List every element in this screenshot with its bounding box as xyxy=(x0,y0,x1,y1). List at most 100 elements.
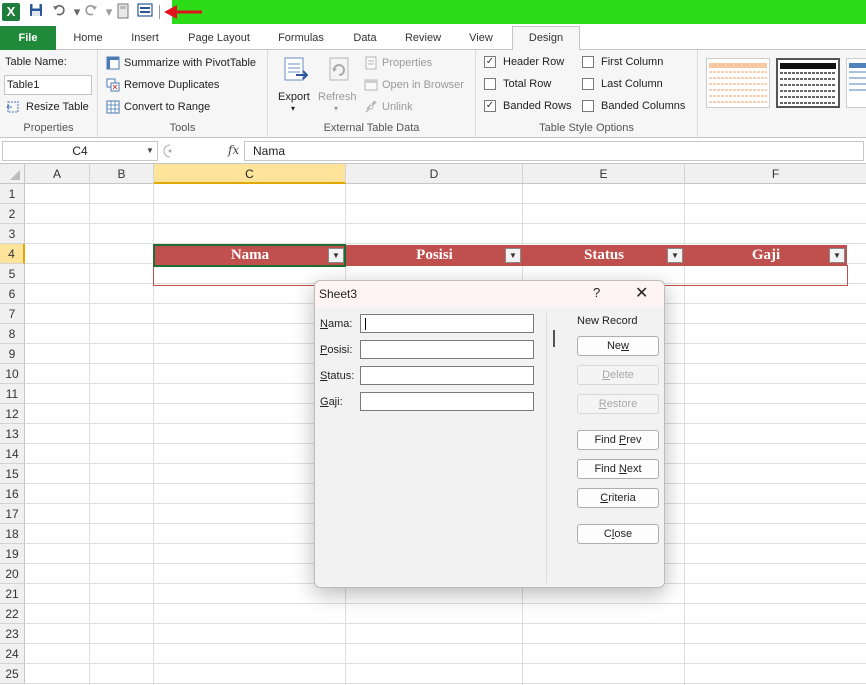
name-box[interactable]: C4 xyxy=(2,141,158,161)
banded-columns-checkbox[interactable] xyxy=(582,100,594,112)
tab-view[interactable]: View xyxy=(460,27,502,50)
row-header-24[interactable]: 24 xyxy=(0,644,25,664)
row-header-9[interactable]: 9 xyxy=(0,344,25,364)
refresh-dropdown-icon[interactable]: ▾ xyxy=(334,104,338,113)
row-header-1[interactable]: 1 xyxy=(0,184,25,204)
last-column-checkbox[interactable] xyxy=(582,78,594,90)
tab-insert[interactable]: Insert xyxy=(122,27,168,50)
find-prev-button[interactable]: Find Prev xyxy=(577,430,659,450)
name-box-dropdown-icon[interactable]: ▼ xyxy=(146,146,154,155)
form-icon[interactable] xyxy=(136,3,154,21)
filter-dropdown-icon[interactable]: ▼ xyxy=(667,248,683,263)
row-header-4[interactable]: 4 xyxy=(0,244,25,264)
criteria-button[interactable]: Criteria xyxy=(577,488,659,508)
convert-to-range-button[interactable]: Convert to Range xyxy=(124,101,210,113)
find-next-button[interactable]: Find Next xyxy=(577,459,659,479)
resize-icon xyxy=(6,100,20,114)
quick-access-toolbar: X ▾ ▾ xyxy=(0,0,866,24)
export-button[interactable]: Export xyxy=(278,91,310,103)
undo-icon[interactable] xyxy=(50,3,68,21)
formula-bar: C4 ▼ fx Nama xyxy=(0,138,866,164)
restore-button[interactable]: Restore xyxy=(577,394,659,414)
new-button[interactable]: New xyxy=(577,336,659,356)
pivot-table-icon xyxy=(106,56,120,70)
row-header-19[interactable]: 19 xyxy=(0,544,25,564)
table-header-posisi[interactable]: Posisi xyxy=(346,245,523,266)
tab-review[interactable]: Review xyxy=(398,27,448,50)
row-header-10[interactable]: 10 xyxy=(0,364,25,384)
row-header-3[interactable]: 3 xyxy=(0,224,25,244)
table-style-black[interactable] xyxy=(776,58,840,108)
tab-file[interactable]: File xyxy=(0,26,56,50)
remove-duplicates-button[interactable]: Remove Duplicates xyxy=(124,79,219,91)
row-header-8[interactable]: 8 xyxy=(0,324,25,344)
row-header-18[interactable]: 18 xyxy=(0,524,25,544)
tab-page-layout[interactable]: Page Layout xyxy=(180,27,258,50)
calculator-icon[interactable] xyxy=(114,3,132,21)
row-header-16[interactable]: 16 xyxy=(0,484,25,504)
record-scrollbar[interactable] xyxy=(553,330,555,347)
tab-data[interactable]: Data xyxy=(344,27,386,50)
row-header-22[interactable]: 22 xyxy=(0,604,25,624)
properties-button[interactable]: Properties xyxy=(382,57,432,69)
banded-rows-checkbox[interactable]: ✓ xyxy=(484,100,496,112)
column-header-f[interactable]: F xyxy=(685,164,866,184)
dialog-titlebar[interactable]: Sheet3 ? ✕ xyxy=(315,281,664,307)
row-header-12[interactable]: 12 xyxy=(0,404,25,424)
table-header-gaji[interactable]: Gaji xyxy=(685,245,847,266)
redo-icon[interactable] xyxy=(82,3,100,21)
open-in-browser-button[interactable]: Open in Browser xyxy=(382,79,464,91)
row-header-23[interactable]: 23 xyxy=(0,624,25,644)
posisi-field[interactable] xyxy=(360,340,534,359)
row-header-15[interactable]: 15 xyxy=(0,464,25,484)
table-style-blue[interactable] xyxy=(846,58,866,108)
row-header-7[interactable]: 7 xyxy=(0,304,25,324)
table-style-orange[interactable] xyxy=(706,58,770,108)
nama-field[interactable] xyxy=(360,314,534,333)
formula-input[interactable]: Nama xyxy=(244,141,864,161)
filter-dropdown-icon[interactable]: ▼ xyxy=(505,248,521,263)
row-header-21[interactable]: 21 xyxy=(0,584,25,604)
column-header-c[interactable]: C xyxy=(154,164,346,184)
gridline-vertical xyxy=(89,184,90,685)
column-header-a[interactable]: A xyxy=(25,164,90,184)
insert-function-icon[interactable]: fx xyxy=(228,143,239,157)
excel-icon[interactable]: X xyxy=(2,3,20,21)
total-row-checkbox[interactable] xyxy=(484,78,496,90)
status-field[interactable] xyxy=(360,366,534,385)
row-header-17[interactable]: 17 xyxy=(0,504,25,524)
row-header-13[interactable]: 13 xyxy=(0,424,25,444)
gaji-field[interactable] xyxy=(360,392,534,411)
close-icon[interactable]: ✕ xyxy=(635,283,648,303)
export-dropdown-icon[interactable]: ▾ xyxy=(291,104,295,113)
help-icon[interactable]: ? xyxy=(593,285,600,300)
tools-group-label: Tools xyxy=(169,122,196,134)
gridline-horizontal xyxy=(25,203,866,204)
row-header-6[interactable]: 6 xyxy=(0,284,25,304)
filter-dropdown-icon[interactable]: ▼ xyxy=(829,248,845,263)
tab-formulas[interactable]: Formulas xyxy=(270,27,332,50)
row-header-25[interactable]: 25 xyxy=(0,664,25,684)
first-column-checkbox[interactable] xyxy=(582,56,594,68)
unlink-button[interactable]: Unlink xyxy=(382,101,413,113)
refresh-button[interactable]: Refresh xyxy=(318,91,357,103)
header-row-checkbox[interactable]: ✓ xyxy=(484,56,496,68)
row-header-11[interactable]: 11 xyxy=(0,384,25,404)
row-header-2[interactable]: 2 xyxy=(0,204,25,224)
select-all-corner[interactable] xyxy=(0,164,25,184)
save-icon[interactable] xyxy=(27,3,45,21)
row-header-5[interactable]: 5 xyxy=(0,264,25,284)
table-header-status[interactable]: Status xyxy=(523,245,685,266)
summarize-pivot-button[interactable]: Summarize with PivotTable xyxy=(124,57,256,69)
resize-table-button[interactable]: Resize Table xyxy=(26,101,89,113)
tab-home[interactable]: Home xyxy=(64,27,112,50)
delete-button[interactable]: Delete xyxy=(577,365,659,385)
row-header-14[interactable]: 14 xyxy=(0,444,25,464)
column-header-d[interactable]: D xyxy=(346,164,523,184)
column-header-e[interactable]: E xyxy=(523,164,685,184)
tab-design[interactable]: Design xyxy=(512,26,580,51)
close-button[interactable]: Close xyxy=(577,524,659,544)
column-header-b[interactable]: B xyxy=(90,164,154,184)
table-name-input[interactable]: Table1 xyxy=(4,75,92,95)
row-header-20[interactable]: 20 xyxy=(0,564,25,584)
